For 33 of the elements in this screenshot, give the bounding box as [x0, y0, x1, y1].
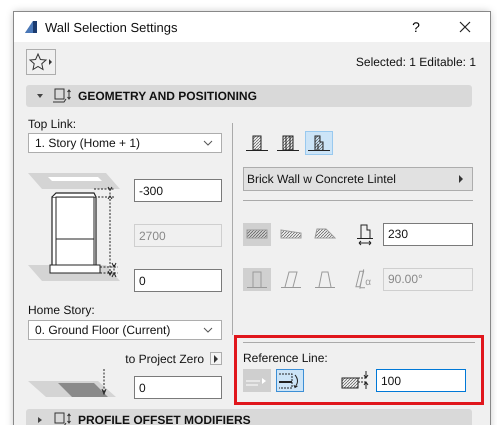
- chevron-down-icon[interactable]: [203, 140, 213, 146]
- selection-info: Selected: 1 Editable: 1: [356, 54, 476, 68]
- geometry-section-icon: [52, 412, 72, 425]
- favorites-button[interactable]: [26, 48, 56, 74]
- window-title: Wall Selection Settings: [45, 20, 178, 34]
- collapse-triangle-icon[interactable]: [36, 92, 44, 100]
- reference-offset-icon: [341, 370, 371, 392]
- top-link-label: Top Link:: [28, 117, 78, 132]
- triangle-right-icon[interactable]: [213, 354, 219, 363]
- project-zero-field[interactable]: 0: [134, 376, 222, 400]
- section-header[interactable]: GEOMETRY AND POSITIONING: [26, 85, 472, 107]
- geometry-section-icon: [52, 88, 72, 104]
- triangle-right-icon[interactable]: [458, 175, 464, 183]
- wall-thickness-icon: [355, 222, 375, 246]
- bottom-offset-field[interactable]: 0: [134, 269, 222, 292]
- angle-symbol: α: [365, 276, 371, 288]
- reference-line-label: Reference Line:: [243, 351, 329, 367]
- thickness-field[interactable]: 230: [383, 222, 473, 246]
- top-offset-field[interactable]: -300: [134, 179, 222, 202]
- chevron-down-icon[interactable]: [203, 326, 213, 333]
- help-button[interactable]: ?: [401, 12, 431, 42]
- home-story-dropdown[interactable]: 0. Ground Floor (Current): [28, 320, 222, 340]
- project-zero-menu-button[interactable]: [210, 352, 222, 366]
- reference-offset-field[interactable]: 100: [376, 369, 466, 392]
- top-link-dropdown[interactable]: 1. Story (Home + 1): [28, 133, 222, 154]
- section-header[interactable]: PROFILE OFFSET MODIFIERS: [26, 409, 472, 425]
- composite-dropdown[interactable]: Brick Wall w Concrete Lintel: [243, 167, 473, 191]
- slanted-wall-icon: [354, 267, 366, 291]
- expand-triangle-icon[interactable]: [36, 416, 44, 424]
- close-icon[interactable]: [459, 21, 471, 33]
- home-story-label: Home Story:: [28, 303, 96, 318]
- project-zero-label: to Project Zero: [125, 352, 204, 366]
- app-logo-icon: [24, 20, 38, 34]
